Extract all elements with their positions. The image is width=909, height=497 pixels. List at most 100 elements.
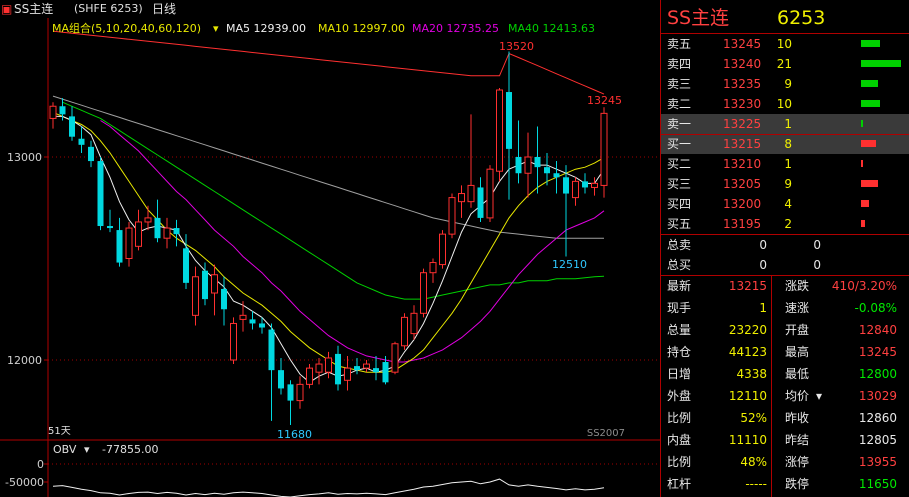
candle-body bbox=[154, 217, 161, 239]
candle-body bbox=[534, 157, 541, 168]
days-label: 51天 bbox=[48, 426, 71, 437]
quote-label: 涨停 bbox=[785, 455, 810, 469]
quote-value: 12840 bbox=[858, 323, 897, 337]
volume-bar bbox=[861, 80, 878, 87]
ma5-line bbox=[53, 115, 605, 383]
bid-level-row[interactable]: 买二 13210 1 bbox=[661, 154, 909, 174]
quote-label: 最低 bbox=[785, 367, 810, 381]
level-volume: 4 bbox=[784, 197, 792, 211]
total-volume: 0 bbox=[813, 238, 821, 252]
quote-value: 13245 bbox=[858, 345, 897, 359]
level-volume: 2 bbox=[784, 217, 792, 231]
panel-symbol: SS主连 bbox=[667, 7, 730, 29]
candle-body bbox=[439, 233, 446, 266]
candle-body bbox=[259, 323, 265, 328]
ma40-legend: MA40 12413.63 bbox=[508, 22, 595, 35]
ask-level-row[interactable]: 卖三 13235 9 bbox=[661, 74, 909, 94]
volume-bar bbox=[861, 100, 880, 107]
quote-label: 最新 bbox=[667, 279, 692, 293]
quote-value: 48% bbox=[740, 455, 767, 469]
period-selector[interactable]: 日线 bbox=[152, 0, 176, 18]
obv-value-label: -77855.00 bbox=[102, 443, 158, 456]
quote-label: 开盘 bbox=[785, 323, 810, 337]
total-value: 0 bbox=[759, 258, 767, 272]
level-label: 买二 bbox=[667, 157, 692, 171]
candle-body bbox=[69, 116, 75, 137]
candle-body bbox=[315, 363, 323, 373]
candle-body bbox=[221, 288, 227, 310]
quote-label: 总量 bbox=[667, 323, 692, 337]
candle-body bbox=[486, 168, 494, 219]
candle-body bbox=[515, 157, 522, 174]
price-tick-label: 13000 bbox=[7, 151, 42, 164]
total-row[interactable]: 总买 0 0 bbox=[661, 255, 909, 275]
quote-value: -0.08% bbox=[854, 301, 897, 315]
candles bbox=[49, 51, 608, 425]
candle-body bbox=[296, 383, 304, 402]
quote-value: 410/3.20% bbox=[831, 279, 897, 293]
candle-body bbox=[544, 167, 550, 174]
quote-label: 日增 bbox=[667, 367, 692, 381]
obv-tick-label: -50000 bbox=[5, 476, 44, 489]
candle-body bbox=[306, 367, 313, 385]
candle-body bbox=[582, 181, 588, 188]
symbol-label[interactable]: SS主连 bbox=[14, 0, 53, 18]
ask-level-row[interactable]: 卖一 13225 1 bbox=[661, 114, 909, 134]
bid-level-row[interactable]: 买一 13215 8 bbox=[661, 134, 909, 154]
quote-row: 比例 52% 昨收 12860 bbox=[661, 408, 909, 428]
quote-row: 比例 48% 涨停 13955 bbox=[661, 452, 909, 472]
candle-body bbox=[202, 270, 208, 300]
candle-body bbox=[125, 227, 133, 260]
quote-value: 12805 bbox=[858, 433, 897, 447]
level-volume: 10 bbox=[776, 97, 792, 111]
quote-label: 最高 bbox=[785, 345, 810, 359]
candle-body bbox=[59, 106, 66, 115]
quote-label: 外盘 bbox=[667, 389, 692, 403]
dropdown-icon: ▾ bbox=[213, 22, 219, 35]
ask-level-row[interactable]: 卖五 13245 10 bbox=[661, 34, 909, 54]
avg-dropdown-icon[interactable]: ▾ bbox=[816, 386, 822, 406]
candle-body bbox=[183, 248, 189, 283]
candle-body bbox=[325, 357, 332, 373]
candlestick-chart[interactable]: 13000 12000 13520 13245 12510 11680 51天 SS2007… bbox=[0, 0, 660, 497]
volume-bar bbox=[861, 200, 869, 207]
quote-value: 12860 bbox=[858, 411, 897, 425]
volume-bar bbox=[861, 40, 880, 47]
candle-body bbox=[78, 138, 85, 145]
price-tick-label: 12000 bbox=[7, 354, 42, 367]
level-volume: 10 bbox=[776, 37, 792, 51]
candle-body bbox=[211, 274, 218, 294]
candle-body bbox=[268, 329, 275, 371]
quote-row: 最新 13215 涨跌 410/3.20% bbox=[661, 276, 909, 296]
quote-value: ----- bbox=[745, 477, 767, 491]
candle-body bbox=[249, 319, 256, 324]
candle-body bbox=[572, 180, 579, 199]
candle-body bbox=[506, 92, 512, 149]
level-label: 卖一 bbox=[667, 117, 692, 131]
quote-row: 持仓 44123 最高 13245 bbox=[661, 342, 909, 362]
bid-level-row[interactable]: 买五 13195 2 bbox=[661, 214, 909, 234]
quote-value: 1 bbox=[759, 301, 767, 315]
level-label: 卖三 bbox=[667, 77, 692, 91]
ask-level-row[interactable]: 卖二 13230 10 bbox=[661, 94, 909, 114]
quote-value: 44123 bbox=[728, 345, 767, 359]
window-icon[interactable]: ▣ bbox=[1, 0, 12, 18]
candle-body bbox=[344, 367, 351, 381]
level-label: 买四 bbox=[667, 197, 692, 211]
bid-level-row[interactable]: 买四 13200 4 bbox=[661, 194, 909, 214]
level-volume: 1 bbox=[784, 157, 792, 171]
level-volume: 8 bbox=[784, 137, 792, 151]
level-label: 卖五 bbox=[667, 37, 692, 51]
level-volume: 21 bbox=[776, 57, 792, 71]
ask-level-row[interactable]: 卖四 13240 21 bbox=[661, 54, 909, 74]
candle-body bbox=[173, 228, 180, 235]
candle-body bbox=[354, 366, 360, 371]
candle-body bbox=[107, 226, 113, 229]
candle-body bbox=[135, 221, 142, 247]
bid-level-row[interactable]: 买三 13205 9 bbox=[661, 174, 909, 194]
total-label: 总买 bbox=[667, 258, 692, 272]
candle-body bbox=[192, 276, 199, 316]
total-row[interactable]: 总卖 0 0 bbox=[661, 235, 909, 255]
quote-row: 外盘 12110 均价 ▾ 13029 bbox=[661, 386, 909, 406]
level-label: 卖二 bbox=[667, 97, 692, 111]
